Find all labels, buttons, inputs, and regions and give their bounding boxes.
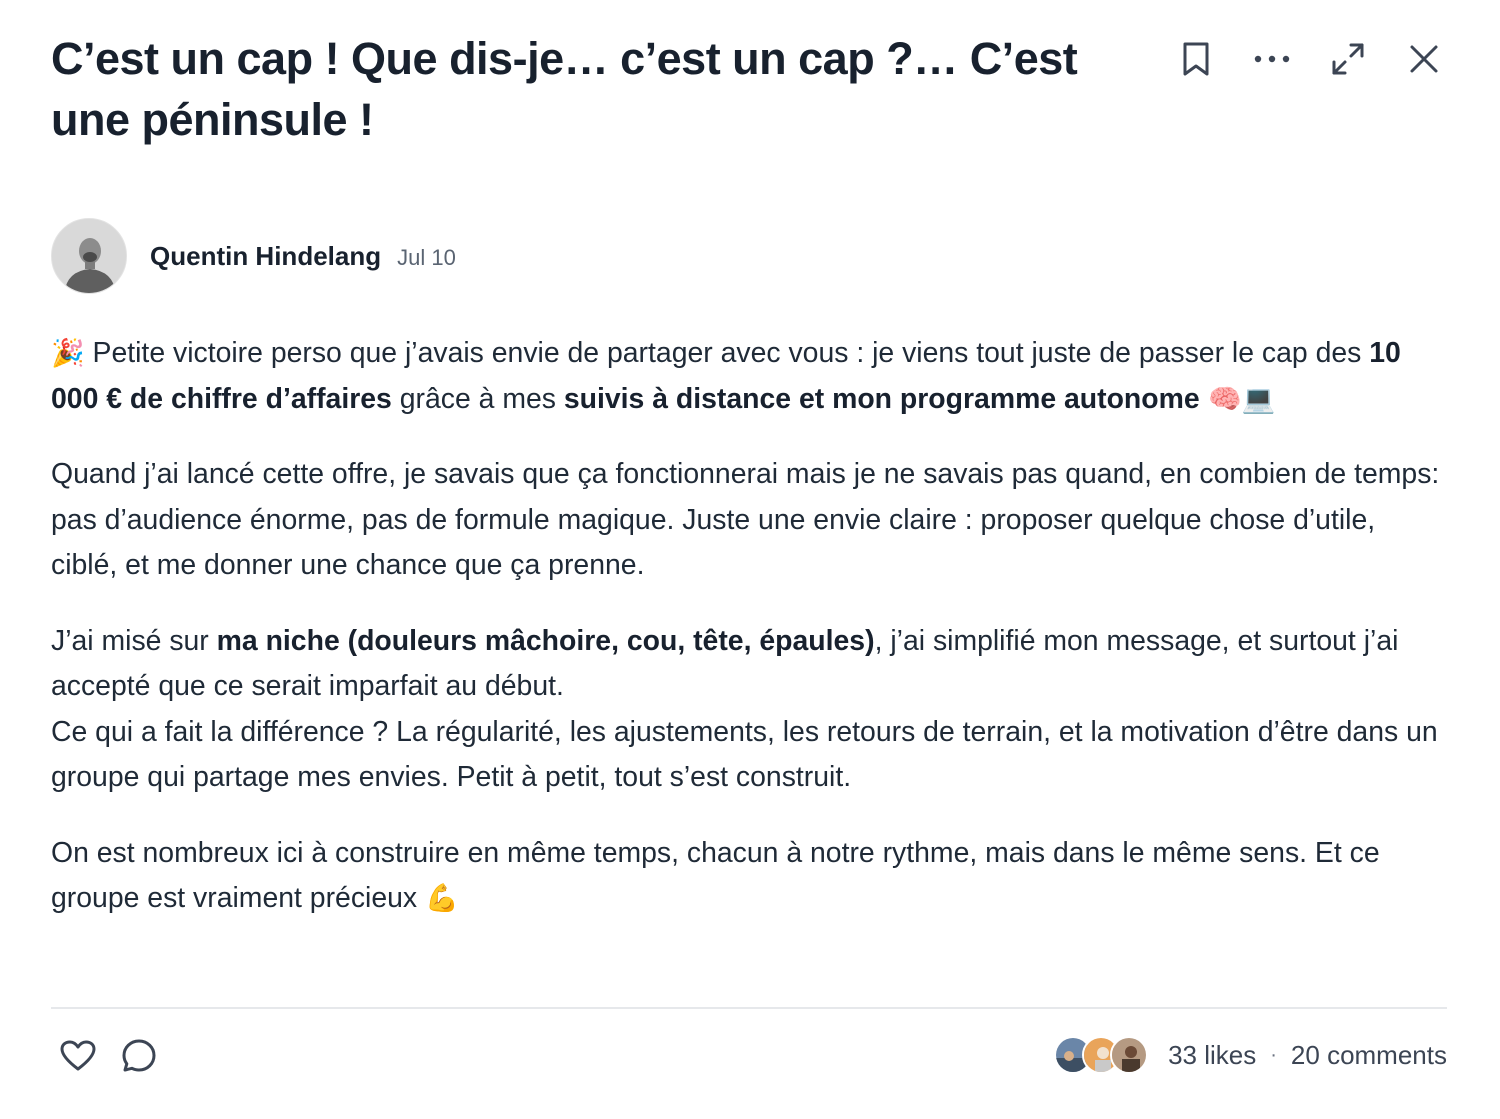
paragraph-2: Quand j’ai lancé cette offre, je savais … xyxy=(51,458,1440,581)
divider xyxy=(51,1007,1447,1009)
comments-count[interactable]: 20 comments xyxy=(1291,1040,1447,1071)
author-avatar[interactable] xyxy=(51,218,127,294)
bookmark-button[interactable] xyxy=(1173,36,1219,82)
comment-icon xyxy=(122,1039,156,1072)
bookmark-icon xyxy=(1183,42,1209,76)
post-body: 🎉 Petite victoire perso que j’avais envi… xyxy=(51,331,1447,952)
like-button[interactable] xyxy=(56,1034,100,1078)
heart-icon xyxy=(60,1040,96,1071)
stats-separator: · xyxy=(1270,1043,1277,1066)
close-button[interactable] xyxy=(1401,36,1447,82)
more-options-button[interactable] xyxy=(1249,36,1295,82)
post-modal: C’est un cap ! Que dis-je… c’est un cap … xyxy=(51,0,1447,1119)
more-icon xyxy=(1254,55,1290,63)
post-title: C’est un cap ! Que dis-je… c’est un cap … xyxy=(51,33,1078,145)
post-footer: 33 likes · 20 comments xyxy=(51,1030,1447,1080)
post-stats: 33 likes · 20 comments xyxy=(1054,1035,1447,1075)
comment-button[interactable] xyxy=(117,1034,161,1078)
post-actions xyxy=(1143,36,1447,82)
liker-avatar xyxy=(1110,1036,1149,1074)
post-date: Jul 10 xyxy=(397,244,456,270)
muscle-emoji: 💪 xyxy=(425,883,459,914)
paragraph-3: J’ai misé sur ma niche (douleurs mâchoir… xyxy=(51,624,1438,794)
paragraph-4: On est nombreux ici à construire en même… xyxy=(51,836,1380,915)
brain-laptop-emoji: 🧠💻 xyxy=(1199,383,1276,415)
party-emoji: 🎉 xyxy=(51,338,85,369)
expand-icon xyxy=(1332,43,1364,75)
paragraph-1: 🎉 Petite victoire perso que j’avais envi… xyxy=(51,337,1401,415)
close-icon xyxy=(1410,45,1438,73)
likes-count[interactable]: 33 likes xyxy=(1168,1040,1256,1071)
liker-avatars[interactable] xyxy=(1054,1036,1149,1074)
author-name[interactable]: Quentin Hindelang xyxy=(150,241,381,272)
expand-button[interactable] xyxy=(1325,36,1371,82)
author-row: Quentin Hindelang Jul 10 xyxy=(51,218,456,294)
